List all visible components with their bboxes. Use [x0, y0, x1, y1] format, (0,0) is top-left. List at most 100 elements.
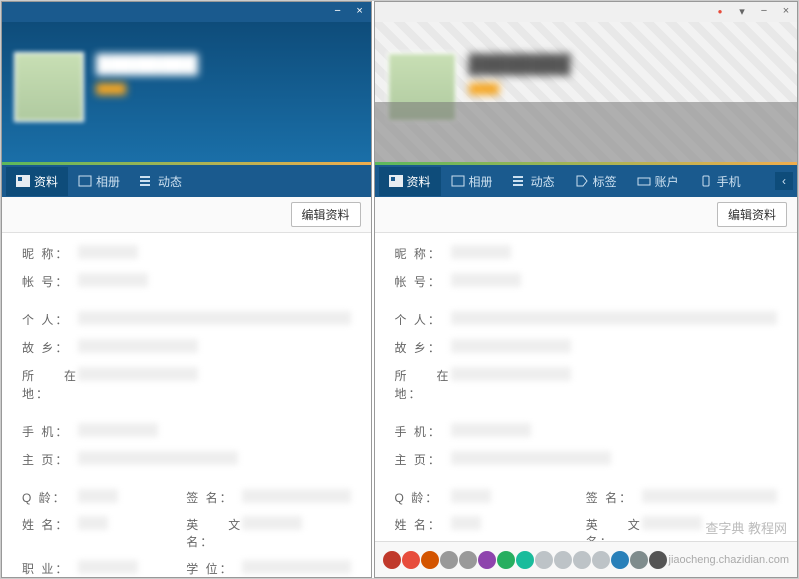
- tab-label: 账户: [655, 173, 679, 190]
- field-label: 故 乡: [22, 339, 78, 357]
- tab-profile[interactable]: 资料: [6, 167, 68, 196]
- toolbar: 编辑资料: [2, 197, 371, 233]
- field-value: [451, 451, 611, 465]
- profile-content: 昵 称 帐 号 个 人 故 乡 所在地 手 机 主 页 Q 龄签 名 姓 名英文…: [2, 233, 371, 577]
- profile-content: 昵 称 帐 号 个 人 故 乡 所在地 手 机 主 页 Q 龄签 名 姓 名英文…: [375, 233, 797, 541]
- status-icon[interactable]: [535, 551, 553, 569]
- status-icon[interactable]: [497, 551, 515, 569]
- field-value: [642, 489, 777, 503]
- field-row: 昵 称: [22, 245, 351, 263]
- field-label: 学 位: [186, 560, 242, 577]
- field-label: 昵 称: [22, 245, 78, 263]
- field-row: 帐 号: [395, 273, 777, 291]
- field-value: [78, 339, 198, 353]
- tab-profile[interactable]: 资料: [379, 167, 441, 196]
- field-row: 个 人: [22, 311, 351, 329]
- field-label: 帐 号: [395, 273, 451, 291]
- field-label: 英文名: [586, 516, 642, 541]
- tab-label: 动态: [531, 173, 555, 190]
- profile-icon: [16, 175, 30, 187]
- status-icon[interactable]: [630, 551, 648, 569]
- status-icon[interactable]: [459, 551, 477, 569]
- tab-phone[interactable]: 手机: [689, 167, 751, 196]
- field-row: 主 页: [22, 451, 351, 469]
- edit-profile-button[interactable]: 编辑资料: [291, 202, 361, 227]
- field-value: [451, 367, 571, 381]
- notification-icon[interactable]: ●: [713, 4, 727, 18]
- field-value: [78, 489, 118, 503]
- tab-account[interactable]: 账户: [627, 167, 689, 196]
- status-icon[interactable]: [573, 551, 591, 569]
- field-row2: 职 业学 位: [22, 560, 351, 577]
- minimize-button[interactable]: −: [331, 4, 345, 18]
- field-value: [242, 516, 302, 530]
- wallet-icon: [637, 175, 651, 187]
- field-label: 昵 称: [395, 245, 451, 263]
- tab-overflow-button[interactable]: ‹: [775, 172, 793, 190]
- profile-icon: [389, 175, 403, 187]
- status-icon[interactable]: [611, 551, 629, 569]
- tab-album[interactable]: 相册: [441, 167, 503, 196]
- avatar[interactable]: [14, 52, 84, 122]
- album-icon: [451, 175, 465, 187]
- status-icon[interactable]: [649, 551, 667, 569]
- field-row: 故 乡: [22, 339, 351, 357]
- status-icon[interactable]: [383, 551, 401, 569]
- watermark-text: jiaocheng.chazidian.com: [669, 554, 789, 566]
- status-icons: [383, 551, 667, 569]
- field-label: 个 人: [395, 311, 451, 329]
- status-icon[interactable]: [478, 551, 496, 569]
- edit-profile-button[interactable]: 编辑资料: [717, 202, 787, 227]
- status-icon[interactable]: [402, 551, 420, 569]
- user-meta: [469, 82, 669, 122]
- field-value: [242, 489, 350, 503]
- status-icon[interactable]: [421, 551, 439, 569]
- field-label: 所在地: [22, 367, 78, 403]
- field-row: 昵 称: [395, 245, 777, 263]
- status-icon[interactable]: [554, 551, 572, 569]
- feed-icon: [140, 175, 154, 187]
- field-label: 签 名: [586, 489, 642, 506]
- field-label: 英文名: [186, 516, 242, 550]
- field-value: [451, 339, 571, 353]
- field-label: 故 乡: [395, 339, 451, 357]
- titlebar: ● ▾ − ×: [375, 2, 797, 22]
- tab-tags[interactable]: 标签: [565, 167, 627, 196]
- field-label: 个 人: [22, 311, 78, 329]
- minimize-button[interactable]: −: [757, 4, 771, 18]
- dropdown-icon[interactable]: ▾: [735, 4, 749, 18]
- field-value: [451, 423, 531, 437]
- field-value: [78, 273, 148, 287]
- tabbar: 资料 相册 动态 标签 账户 手机 ‹: [375, 165, 797, 197]
- status-icon[interactable]: [440, 551, 458, 569]
- toolbar: 编辑资料: [375, 197, 797, 233]
- avatar[interactable]: [387, 52, 457, 122]
- field-label: 签 名: [186, 489, 242, 506]
- field-label: 手 机: [395, 423, 451, 441]
- field-row: 个 人: [395, 311, 777, 329]
- field-row: 主 页: [395, 451, 777, 469]
- close-button[interactable]: ×: [779, 4, 793, 18]
- field-value: [451, 273, 521, 287]
- tab-feed[interactable]: 动态: [130, 167, 192, 196]
- field-label: Q 龄: [22, 489, 78, 506]
- field-row: 所在地: [395, 367, 777, 403]
- tab-album[interactable]: 相册: [68, 167, 130, 196]
- profile-header: ████████: [2, 22, 371, 162]
- tab-label: 相册: [96, 173, 120, 190]
- tag-icon: [575, 175, 589, 187]
- field-row: 所在地: [22, 367, 351, 403]
- status-icon[interactable]: [516, 551, 534, 569]
- tab-feed[interactable]: 动态: [503, 167, 565, 196]
- field-value: [78, 311, 351, 325]
- status-icon[interactable]: [592, 551, 610, 569]
- tab-label: 相册: [469, 173, 493, 190]
- field-value: [642, 516, 702, 530]
- field-value: [78, 451, 238, 465]
- close-button[interactable]: ×: [353, 4, 367, 18]
- window-controls: − ×: [331, 4, 367, 18]
- field-value: [451, 245, 511, 259]
- user-nickname: ████████: [96, 54, 198, 75]
- window-controls: ● ▾ − ×: [713, 4, 793, 18]
- feed-icon: [513, 175, 527, 187]
